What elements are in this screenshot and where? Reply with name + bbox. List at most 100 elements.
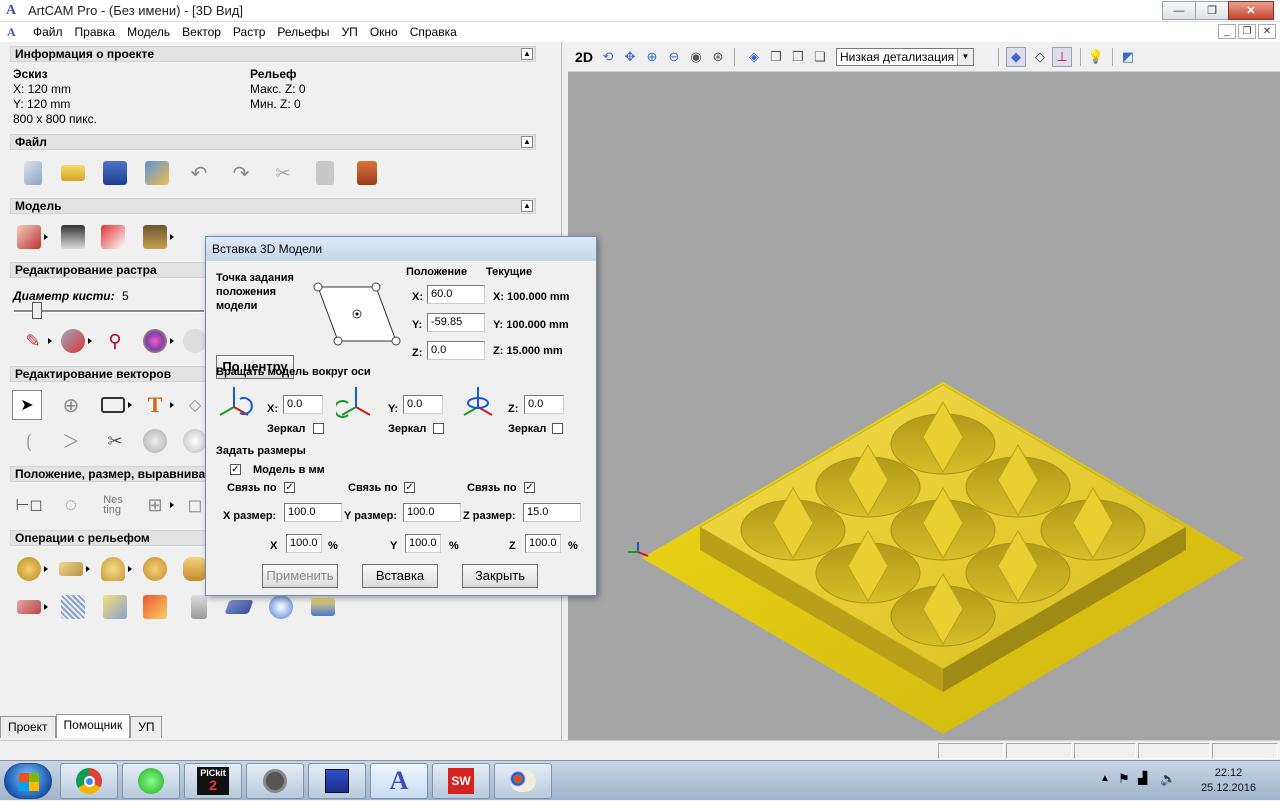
- node-edit-icon[interactable]: ⟮: [14, 426, 44, 456]
- fill-icon[interactable]: [58, 326, 92, 356]
- chrome-taskbar-icon[interactable]: [60, 763, 118, 799]
- tab-project[interactable]: Проект: [0, 716, 56, 738]
- tray-expand-icon[interactable]: ▲: [1100, 773, 1110, 784]
- menu-vector[interactable]: Вектор: [176, 22, 227, 42]
- volume-icon[interactable]: 🔈: [1160, 771, 1176, 787]
- 3d-view[interactable]: [568, 72, 1280, 740]
- bake-relief-icon[interactable]: [100, 592, 130, 622]
- security-taskbar-icon[interactable]: [122, 763, 180, 799]
- pct-z-input[interactable]: 100.0: [525, 534, 561, 553]
- model-size-icon[interactable]: [14, 222, 48, 252]
- model-mm-checkbox[interactable]: ✓: [230, 464, 241, 475]
- minimize-button[interactable]: —: [1162, 1, 1196, 20]
- y-size-input[interactable]: 100.0: [403, 503, 461, 522]
- material-icon[interactable]: ◩: [1118, 47, 1138, 67]
- zoom-out-icon[interactable]: ⊖: [664, 47, 684, 67]
- clock[interactable]: 22:12 25.12.2016: [1201, 766, 1256, 796]
- front-view-icon[interactable]: ❒: [766, 47, 786, 67]
- apply-button[interactable]: Применить: [262, 564, 338, 588]
- zoom-fit-icon[interactable]: ◉: [686, 47, 706, 67]
- tab-assistant[interactable]: Помощник: [55, 714, 131, 738]
- undo-icon[interactable]: ↶: [184, 158, 214, 188]
- mdi-close-button[interactable]: ✕: [1258, 24, 1276, 39]
- align-icon[interactable]: ⊢◻: [14, 490, 44, 520]
- turn-icon[interactable]: [140, 554, 170, 584]
- menu-file[interactable]: Файл: [27, 22, 69, 42]
- palette-icon[interactable]: [140, 326, 174, 356]
- shaded-view-icon[interactable]: ◆: [1006, 47, 1026, 67]
- mirror-z-checkbox[interactable]: [552, 423, 563, 434]
- machine-taskbar-icon[interactable]: [246, 763, 304, 799]
- pct-y-input[interactable]: 100.0: [405, 534, 441, 553]
- mdi-restore-button[interactable]: ❐: [1238, 24, 1256, 39]
- view-2d-button[interactable]: 2D: [574, 47, 594, 67]
- paint-taskbar-icon[interactable]: [494, 763, 552, 799]
- pan-view-icon[interactable]: ✥: [620, 47, 640, 67]
- mona-lisa-image-icon[interactable]: [140, 222, 174, 252]
- pos-z-input[interactable]: 0.0: [427, 341, 485, 360]
- link-x-checkbox[interactable]: ✓: [284, 482, 295, 493]
- zoom-window-icon[interactable]: ⊛: [708, 47, 728, 67]
- save-icon[interactable]: [100, 158, 130, 188]
- trim-icon[interactable]: ✂: [100, 426, 130, 456]
- brush-slider-thumb[interactable]: [32, 302, 42, 319]
- anchor-point-selector[interactable]: [308, 279, 404, 347]
- brush-slider-track[interactable]: [14, 310, 204, 313]
- rot-x-input[interactable]: 0.0: [283, 395, 323, 414]
- menu-window[interactable]: Окно: [364, 22, 404, 42]
- extrude-icon[interactable]: [56, 554, 90, 584]
- iso-view-icon[interactable]: ◈: [744, 47, 764, 67]
- detail-level-select[interactable]: Низкая детализация ▼: [836, 48, 974, 66]
- mdi-minimize-button[interactable]: _: [1218, 24, 1236, 39]
- link-y-checkbox[interactable]: ✓: [404, 482, 415, 493]
- artcam-taskbar-icon[interactable]: A: [370, 763, 428, 799]
- doc-logo-icon[interactable]: A: [7, 25, 23, 40]
- close-window-button[interactable]: ✕: [1228, 1, 1274, 20]
- join-vectors-icon[interactable]: ＞: [56, 426, 86, 456]
- zoom-in-icon[interactable]: ⊕: [642, 47, 662, 67]
- menu-reliefs[interactable]: Рельефы: [271, 22, 335, 42]
- pos-y-input[interactable]: -59.85: [427, 313, 485, 332]
- solidworks-taskbar-icon[interactable]: SW: [432, 763, 490, 799]
- rot-z-input[interactable]: 0.0: [524, 395, 564, 414]
- model-resolution-icon[interactable]: [58, 222, 88, 252]
- network-signal-icon[interactable]: ▟: [1138, 771, 1147, 785]
- export-folder-icon[interactable]: [308, 592, 338, 622]
- pickit-taskbar-icon[interactable]: PICkit 2: [184, 763, 242, 799]
- tab-toolpaths[interactable]: УП: [130, 716, 163, 738]
- action-center-flag-icon[interactable]: ⚑: [1118, 771, 1130, 787]
- pos-x-input[interactable]: 60.0: [427, 285, 485, 304]
- paint-brush-icon[interactable]: ✎: [18, 326, 52, 356]
- chevron-down-icon[interactable]: ▼: [957, 49, 973, 65]
- redo-icon[interactable]: ↷: [226, 158, 256, 188]
- collapse-icon[interactable]: ▲: [521, 136, 533, 148]
- pct-x-input[interactable]: 100.0: [286, 534, 322, 553]
- close-button[interactable]: Закрыть: [462, 564, 538, 588]
- texture-icon[interactable]: [58, 592, 88, 622]
- color-picker-icon[interactable]: ⚲: [100, 326, 130, 356]
- lighting-icon[interactable]: 💡: [1086, 47, 1106, 67]
- start-button[interactable]: [4, 763, 52, 799]
- rotate-view-icon[interactable]: ⟲: [598, 47, 618, 67]
- axes-toggle-icon[interactable]: ⊥: [1052, 47, 1072, 67]
- wireframe-view-icon[interactable]: ◇: [1030, 47, 1050, 67]
- nesting-icon[interactable]: Nes ting: [98, 490, 128, 520]
- link-z-checkbox[interactable]: ✓: [524, 482, 535, 493]
- smooth-relief-icon[interactable]: [14, 592, 48, 622]
- mirror-x-checkbox[interactable]: [313, 423, 324, 434]
- z-size-input[interactable]: 15.0: [523, 503, 581, 522]
- collapse-icon[interactable]: ▲: [521, 200, 533, 212]
- x-size-input[interactable]: 100.0: [284, 503, 342, 522]
- shape-editor-icon[interactable]: [14, 554, 48, 584]
- layers-icon[interactable]: [224, 592, 254, 622]
- transform-icon[interactable]: ⊕: [56, 390, 86, 420]
- copy-icon[interactable]: [310, 158, 340, 188]
- model-relief-icon[interactable]: [98, 222, 128, 252]
- sculpt-icon[interactable]: [140, 592, 170, 622]
- spin-icon[interactable]: [98, 554, 132, 584]
- cut-icon[interactable]: ✂: [268, 158, 298, 188]
- grid-array-icon[interactable]: ⊞: [140, 490, 174, 520]
- menu-edit[interactable]: Правка: [69, 22, 122, 42]
- select-arrow-icon[interactable]: ➤: [12, 390, 42, 420]
- project-info-header[interactable]: Информация о проекте ▲: [10, 46, 536, 62]
